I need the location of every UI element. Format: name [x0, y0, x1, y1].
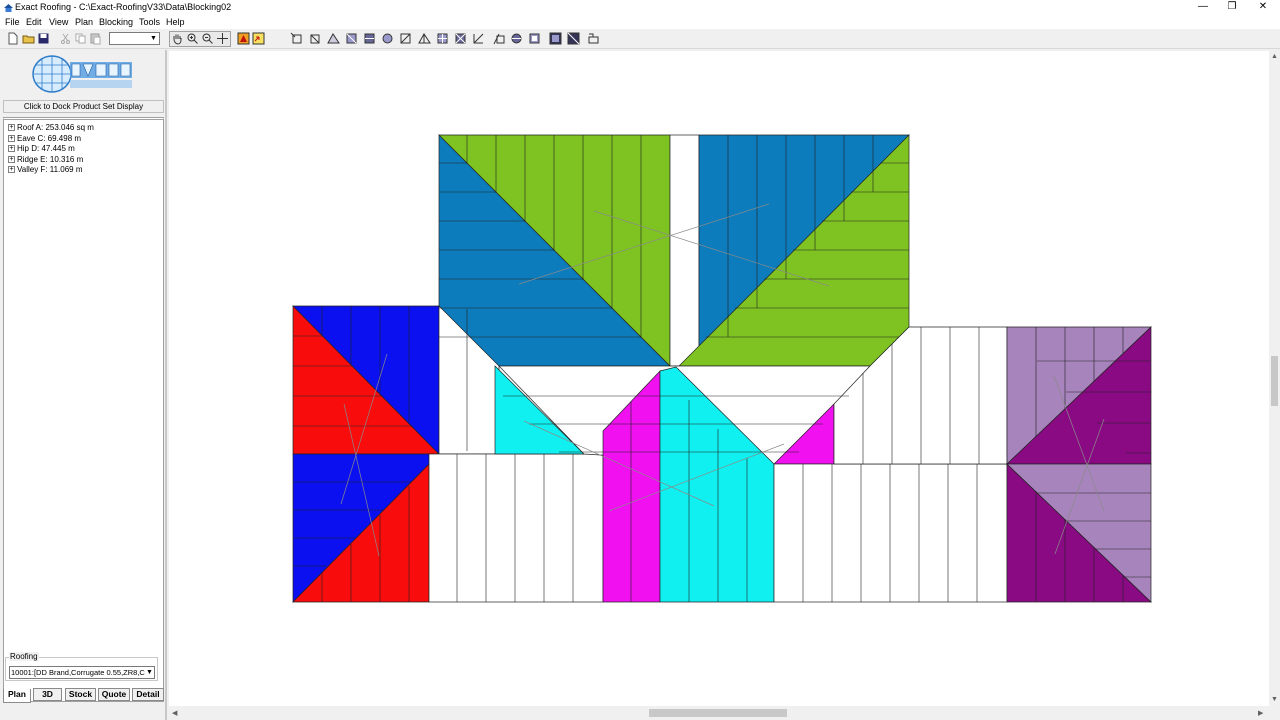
window-title: Exact Roofing - C:\Exact-RoofingV33\Data… — [15, 2, 232, 12]
zoom-combo[interactable]: ▼ — [109, 32, 160, 45]
block-tool-12-icon[interactable] — [493, 32, 506, 45]
tree-item-valley[interactable]: + Valley F: 11.069 m — [8, 165, 83, 175]
minimize-button[interactable]: — — [1193, 1, 1213, 13]
cadmethods-logo — [32, 55, 132, 93]
tree-item-label: Eave C: 69.498 m — [17, 133, 82, 143]
horizontal-scrollbar[interactable]: ◀ ▶ — [169, 706, 1269, 720]
tree-item-label: Roof A: 253.046 sq m — [17, 123, 94, 132]
summary-tree: + Roof A: 253.046 sq m + Eave C: 69.498 m … — [3, 117, 164, 702]
tree-item-ridge[interactable]: + Ridge E: 10.316 m — [8, 155, 83, 165]
block-tool-5-icon[interactable] — [363, 32, 376, 45]
export-icon[interactable] — [252, 32, 265, 45]
top-ridge-strip[interactable] — [669, 134, 700, 367]
roofing-group: Roofing 10001:[DD Brand,Corrugate 0.55,Z… — [5, 652, 158, 681]
new-file-icon[interactable] — [6, 32, 19, 45]
block-tool-4-icon[interactable] — [345, 32, 358, 45]
scroll-right-icon[interactable]: ▶ — [1258, 709, 1263, 717]
bottom-white-right-face[interactable] — [773, 463, 1008, 603]
roofing-select-value: 10001:[DD Brand,Corrugate 0.55,ZR8,Co — [11, 668, 149, 677]
block-tool-3-icon[interactable] — [327, 32, 340, 45]
menu-blocking[interactable]: Blocking — [99, 17, 133, 27]
toolbar: ▼ — [0, 29, 1280, 49]
crosshair-icon[interactable] — [216, 32, 229, 45]
block-tool-16-icon[interactable] — [567, 32, 580, 45]
plan-canvas[interactable] — [169, 51, 1269, 706]
block-tool-1-icon[interactable] — [290, 32, 303, 45]
tree-item-label: Ridge E: 10.316 m — [17, 154, 84, 164]
block-tool-8-icon[interactable] — [418, 32, 431, 45]
expand-plus-icon[interactable]: + — [8, 134, 15, 142]
tab-plan[interactable]: Plan — [3, 689, 31, 703]
bottom-white-left-face[interactable] — [428, 453, 604, 603]
tab-detail[interactable]: Detail — [132, 688, 164, 701]
menu-tools[interactable]: Tools — [139, 17, 160, 27]
block-tool-11-icon[interactable] — [472, 32, 485, 45]
paste-icon[interactable] — [89, 32, 102, 45]
block-tool-7-icon[interactable] — [399, 32, 412, 45]
tree-item-roof[interactable]: + Roof A: 253.046 sq m — [8, 123, 94, 133]
chevron-down-icon: ▼ — [145, 667, 154, 678]
horizontal-scroll-thumb[interactable] — [649, 709, 787, 717]
scroll-left-icon[interactable]: ◀ — [172, 709, 177, 717]
block-tool-14-icon[interactable] — [528, 32, 541, 45]
view-tabs: Plan 3D Stock Quote Detail — [3, 688, 164, 703]
expand-plus-icon[interactable]: + — [8, 124, 15, 131]
menu-file[interactable]: File — [5, 17, 20, 27]
block-tool-9-icon[interactable] — [436, 32, 449, 45]
save-icon[interactable] — [37, 32, 50, 45]
pan-hand-icon[interactable] — [171, 32, 184, 45]
menu-edit[interactable]: Edit — [26, 17, 42, 27]
open-folder-icon[interactable] — [22, 32, 35, 45]
block-tool-13-icon[interactable] — [510, 32, 523, 45]
scroll-down-icon[interactable]: ▼ — [1271, 696, 1278, 703]
tree-item-eave[interactable]: + Eave C: 69.498 m — [8, 134, 81, 144]
menu-help[interactable]: Help — [166, 17, 185, 27]
expand-plus-icon[interactable]: + — [8, 145, 15, 152]
tree-item-label: Valley F: 11.069 m — [17, 165, 83, 174]
app-icon — [4, 4, 13, 12]
cut-icon[interactable] — [59, 32, 72, 45]
tab-quote[interactable]: Quote — [98, 688, 130, 701]
roofing-product-select[interactable]: 10001:[DD Brand,Corrugate 0.55,ZR8,Co ▼ — [9, 666, 155, 679]
expand-plus-icon[interactable]: + — [8, 166, 15, 173]
roofing-label: Roofing — [9, 652, 39, 661]
render-icon[interactable] — [237, 32, 250, 45]
roof-plan-drawing[interactable] — [169, 51, 1269, 706]
block-tool-6-icon[interactable] — [381, 32, 394, 45]
zoom-out-icon[interactable] — [201, 32, 214, 45]
tab-3d[interactable]: 3D — [33, 688, 62, 701]
dock-product-set-button[interactable]: Click to Dock Product Set Display — [3, 100, 164, 113]
menu-bar: File Edit View Plan Blocking Tools Help — [0, 15, 1280, 29]
block-tool-2-icon[interactable] — [308, 32, 321, 45]
vertical-scrollbar[interactable]: ▲ ▼ — [1269, 51, 1280, 706]
close-button[interactable]: ✕ — [1253, 1, 1273, 13]
tree-item-hip[interactable]: + Hip D: 47.445 m — [8, 144, 75, 154]
left-panel: Click to Dock Product Set Display + Roof … — [0, 50, 167, 720]
block-tool-10-icon[interactable] — [454, 32, 467, 45]
restore-button[interactable]: ❐ — [1222, 1, 1242, 13]
chevron-down-icon: ▼ — [150, 35, 157, 42]
vertical-scroll-thumb[interactable] — [1271, 356, 1278, 406]
expand-plus-icon[interactable]: + — [8, 155, 15, 163]
menu-view[interactable]: View — [49, 17, 68, 27]
menu-plan[interactable]: Plan — [75, 17, 93, 27]
tab-stock[interactable]: Stock — [65, 688, 96, 701]
copy-icon[interactable] — [74, 32, 87, 45]
title-bar: Exact Roofing - C:\Exact-RoofingV33\Data… — [0, 0, 1280, 15]
block-tool-15-icon[interactable] — [549, 32, 562, 45]
tree-item-label: Hip D: 47.445 m — [17, 144, 75, 153]
block-tool-17-icon[interactable] — [587, 32, 600, 45]
zoom-in-icon[interactable] — [186, 32, 199, 45]
scroll-up-icon[interactable]: ▲ — [1271, 53, 1278, 60]
